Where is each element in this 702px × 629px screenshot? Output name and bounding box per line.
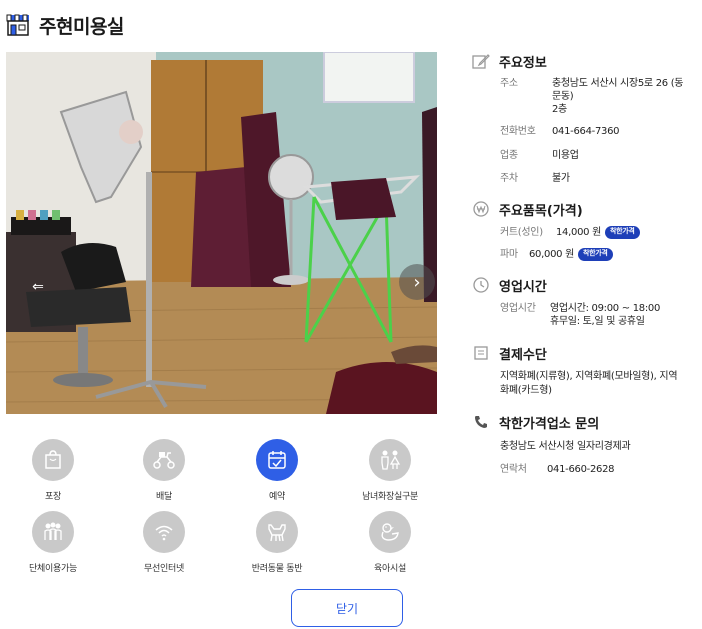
page-title: 주현미용실 [39,15,124,38]
prev-image-button[interactable]: ⇐ [26,277,50,297]
address-line-3: 2층 [552,104,567,115]
contact-value[interactable]: 041-660-2628 [547,463,615,476]
chevron-left-icon: ⇐ [32,279,44,295]
main-info-heading: 주요정보 [472,51,697,71]
item-price: 60,000 원 [529,249,574,260]
page-header: 주현미용실 [6,12,124,38]
next-image-button[interactable]: › [399,264,435,300]
category-row: 업종 미용업 [472,149,697,162]
contact-label: 연락처 [500,464,527,475]
phone-icon [472,413,490,431]
good-price-badge: 착한가격 [604,226,640,239]
inquiry-contact-row: 연락처 041-660-2628 [472,463,697,476]
phone-value[interactable]: 041-664-7360 [552,125,620,138]
takeout-bag-icon [32,439,74,481]
amenity-label: 남녀화장실구분 [362,492,418,502]
item-row: 파마 60,000 원 착한가격 [472,248,697,261]
items-title: 주요품목(가격) [499,203,583,219]
inquiry-title: 착한가격업소 문의 [499,416,600,432]
calendar-check-icon [256,439,298,481]
receipt-icon [472,344,490,362]
payment-line-1: 지역화폐(지류형), 지역화폐(모바일형), 지역 [500,371,678,382]
address-row: 주소 충청남도 서산시 시장5로 26 (동 문동) 2층 [472,77,697,116]
amenity-label: 단체이용가능 [29,564,77,574]
address-line-1: 충청남도 서산시 시장5로 26 (동 [552,78,684,89]
good-price-badge: 착한가격 [577,248,613,261]
parking-row: 주차 불가 [472,172,697,185]
chevron-right-icon: › [413,271,421,293]
address-label: 주소 [500,78,518,89]
edit-note-icon [472,52,490,70]
item-price: 14,000 원 [556,227,601,238]
hours-time: 영업시간: 09:00 ~ 18:00 [550,303,661,314]
parking-value: 불가 [552,173,570,184]
storefront-icon [6,14,29,36]
hours-heading: 영업시간 [472,275,697,295]
close-button[interactable]: 닫기 [291,589,403,627]
inquiry-heading: 착한가격업소 문의 [472,412,697,432]
amenity-label: 배달 [156,492,172,502]
item-name: 파마 [500,249,518,260]
payment-methods: 지역화폐(지류형), 지역화폐(모바일형), 지역 화폐(카드형) [472,370,697,398]
address-value: 충청남도 서산시 시장5로 26 (동 문동) 2층 [552,77,684,116]
won-icon [472,200,490,218]
amenity-wifi: 무선인터넷 [109,511,219,574]
amenity-label: 육아시설 [374,564,406,574]
amenity-delivery: 배달 [109,439,219,502]
amenity-label: 무선인터넷 [144,564,184,574]
amenity-label: 포장 [45,492,61,502]
group-icon [32,511,74,553]
items-heading: 주요품목(가격) [472,199,697,219]
item-name: 커트(성인) [500,227,543,238]
pet-dog-icon [256,511,298,553]
category-value: 미용업 [552,150,579,161]
hours-holiday: 휴무일: 토,일 및 공휴일 [550,316,645,327]
payment-line-2: 화폐(카드형) [500,385,552,396]
hours-label: 영업시간 [500,303,536,314]
amenity-label: 반려동물 동반 [251,564,303,574]
inquiry-office: 충청남도 서산시청 일자리경제과 [500,441,631,452]
wifi-icon [143,511,185,553]
info-panel: 주요정보 주소 충청남도 서산시 시장5로 26 (동 문동) 2층 전화번호 … [472,50,697,476]
phone-row: 전화번호 041-664-7360 [472,125,697,138]
amenity-childcare: 육아시설 [335,511,445,574]
amenity-pet: 반려동물 동반 [222,511,332,574]
parking-label: 주차 [500,173,518,184]
hours-title: 영업시간 [499,279,547,295]
payment-heading: 결제수단 [472,343,697,363]
hours-value: 영업시간: 09:00 ~ 18:00 휴무일: 토,일 및 공휴일 [550,302,660,328]
amenity-restroom: 남녀화장실구분 [335,439,445,502]
hours-row: 영업시간 영업시간: 09:00 ~ 18:00 휴무일: 토,일 및 공휴일 [472,302,697,328]
payment-title: 결제수단 [499,347,547,363]
duck-icon [369,511,411,553]
delivery-scooter-icon [143,439,185,481]
amenity-takeout: 포장 [0,439,108,502]
amenity-label: 예약 [269,492,285,502]
address-line-2: 문동) [552,91,574,102]
phone-label: 전화번호 [500,126,536,137]
amenity-reservation: 예약 [222,439,332,502]
restroom-icon [369,439,411,481]
clock-icon [472,276,490,294]
shop-photo[interactable]: ⇐ › [6,52,437,414]
amenity-group: 단체이용가능 [0,511,108,574]
item-row: 커트(성인) 14,000 원 착한가격 [472,226,697,239]
category-label: 업종 [500,150,518,161]
main-info-title: 주요정보 [499,55,547,71]
